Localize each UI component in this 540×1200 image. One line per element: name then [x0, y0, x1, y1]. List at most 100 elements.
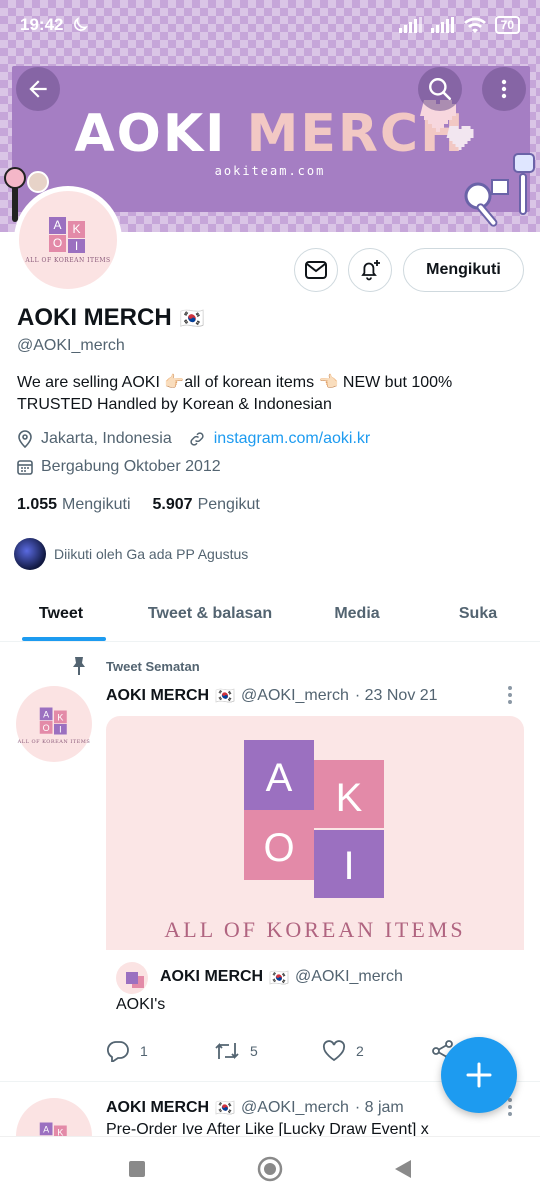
tweet-more-button[interactable] — [508, 686, 512, 704]
plus-icon — [466, 1062, 492, 1088]
profile-link[interactable]: instagram.com/aoki.kr — [214, 430, 371, 448]
tweet-header: AOKI MERCH 🇰🇷 @AOKI_merch · 23 Nov 21 — [106, 686, 438, 706]
media-letter: O — [263, 826, 294, 870]
pinned-label: Tweet Sematan — [106, 658, 200, 674]
profile-name: AOKI MERCH 🇰🇷 — [17, 304, 205, 332]
tweet-author-handle: @AOKI_merch — [241, 1099, 349, 1116]
pixel-heart-small-icon — [446, 126, 474, 150]
back-button[interactable] — [16, 67, 60, 111]
logo-letter: O — [49, 234, 66, 252]
quoted-tweet[interactable]: AOKI MERCH 🇰🇷 @AOKI_merch AOKI's — [106, 950, 524, 1026]
profile-name-text: AOKI MERCH — [17, 304, 172, 331]
profile-location: Jakarta, Indonesia — [41, 430, 172, 447]
quote-author-name: AOKI MERCH — [160, 968, 264, 985]
tab-likes[interactable]: Suka — [416, 586, 540, 641]
logo-letter: I — [68, 238, 85, 253]
system-nav-bar — [0, 1136, 540, 1200]
bell-plus-icon — [361, 260, 380, 281]
signal-2-icon — [430, 17, 454, 33]
wifi-icon — [463, 17, 486, 33]
home-circle-icon[interactable] — [257, 1156, 283, 1182]
retweet-icon — [215, 1042, 239, 1060]
back-triangle-icon[interactable] — [393, 1158, 413, 1180]
quote-avatar-logo — [126, 972, 138, 984]
avatar-tagline: ALL OF KOREAN ITEMS — [25, 256, 111, 264]
media-tagline: ALL OF KOREAN ITEMS — [164, 917, 465, 942]
tweet-date[interactable]: · 8 jam — [355, 1099, 404, 1117]
flag-icon: 🇰🇷 — [179, 307, 205, 330]
retweet-button[interactable]: 5 — [214, 1041, 322, 1061]
envelope-icon — [305, 261, 327, 279]
tweet-author-handle: @AOKI_merch — [241, 687, 349, 704]
reply-button[interactable]: 1 — [106, 1040, 214, 1062]
like-count: 2 — [356, 1043, 364, 1059]
recents-square-icon[interactable] — [127, 1159, 147, 1179]
calendar-icon — [17, 460, 33, 475]
follower-avatar — [14, 538, 46, 570]
notification-bell-button[interactable] — [348, 248, 392, 292]
tweet-author-name[interactable]: AOKI MERCH — [106, 687, 209, 705]
following-count-link[interactable]: 1.055 Mengikuti — [17, 496, 131, 514]
followers-count: 5.907 — [152, 496, 193, 513]
tweet-more-button[interactable] — [508, 1098, 512, 1116]
tweet-avatar-logo: A K O I — [39, 707, 69, 735]
followers-count-link[interactable]: 5.907 Pengikut — [153, 496, 260, 514]
media-letter: K — [336, 776, 363, 820]
quote-header: AOKI MERCH 🇰🇷 @AOKI_merch — [160, 968, 403, 988]
profile-tabs: Tweet Tweet & balasan Media Suka — [0, 586, 540, 642]
more-options-button[interactable] — [482, 67, 526, 111]
followed-by[interactable]: Diikuti oleh Ga ada PP Agustus — [14, 538, 248, 570]
logo-letter: K — [68, 220, 85, 238]
retweet-count: 5 — [250, 1043, 258, 1059]
media-letter: A — [266, 756, 293, 800]
profile-handle: @AOKI_merch — [17, 337, 125, 354]
logo-letter: K — [54, 710, 67, 724]
tweet-avatar[interactable]: A K O I ALL OF KOREAN ITEMS — [16, 686, 92, 762]
profile-avatar[interactable]: A K O I ALL OF KOREAN ITEMS — [14, 186, 122, 294]
avatar-logo: A K O I — [49, 216, 87, 253]
heart-icon — [322, 1040, 346, 1062]
flag-icon: 🇰🇷 — [215, 688, 236, 705]
tab-tweet[interactable]: Tweet — [0, 586, 122, 641]
following-button[interactable]: Mengikuti — [403, 248, 524, 292]
search-icon — [429, 78, 452, 101]
logo-letter: O — [39, 721, 53, 734]
followers-label: Pengikut — [197, 496, 260, 513]
reply-count: 1 — [140, 1043, 148, 1059]
arrow-left-icon — [29, 80, 47, 98]
like-button[interactable]: 2 — [322, 1040, 432, 1062]
banner-title-white: AOKI — [74, 104, 227, 164]
location-pin-icon — [18, 430, 32, 448]
reply-icon — [106, 1041, 129, 1062]
status-time: 19:42 — [20, 15, 64, 34]
lightstick-right-icon — [464, 153, 535, 227]
tweet-media-image[interactable]: A K O I ALL OF KOREAN ITEMS — [106, 716, 524, 950]
more-vertical-icon — [501, 79, 507, 99]
followed-by-text: Diikuti oleh Ga ada PP Agustus — [54, 546, 249, 562]
tweet-author-name[interactable]: AOKI MERCH — [106, 1099, 209, 1117]
quote-text: AOKI's — [116, 996, 166, 1013]
pin-icon — [73, 657, 85, 675]
quote-avatar — [116, 962, 148, 994]
tweet-header: AOKI MERCH 🇰🇷 @AOKI_merch · 8 jam — [106, 1098, 404, 1118]
flag-icon: 🇰🇷 — [269, 970, 290, 987]
profile-meta-row: Jakarta, Indonesia instagram.com/aoki.kr — [17, 430, 370, 448]
tweet-date[interactable]: · 23 Nov 21 — [355, 687, 438, 705]
following-count: 1.055 — [17, 496, 58, 513]
flag-icon: 🇰🇷 — [215, 1100, 236, 1117]
pinned-indicator: Tweet Sematan — [70, 656, 200, 676]
status-bar: 19:42 70 — [0, 0, 540, 50]
message-button[interactable] — [294, 248, 338, 292]
search-button[interactable] — [418, 67, 462, 111]
logo-letter: A — [39, 707, 53, 721]
quote-author-handle: @AOKI_merch — [295, 968, 403, 985]
follow-counts: 1.055 Mengikuti 5.907 Pengikut — [17, 496, 260, 514]
tab-media[interactable]: Media — [298, 586, 416, 641]
moon-icon — [74, 17, 89, 31]
link-icon — [190, 432, 204, 446]
logo-letter: I — [54, 724, 67, 735]
tab-tweet-replies[interactable]: Tweet & balasan — [122, 586, 298, 641]
compose-tweet-button[interactable] — [441, 1037, 517, 1113]
aoki-logo-image: A K O I ALL OF KOREAN ITEMS — [164, 740, 465, 942]
logo-letter: A — [39, 1122, 53, 1136]
